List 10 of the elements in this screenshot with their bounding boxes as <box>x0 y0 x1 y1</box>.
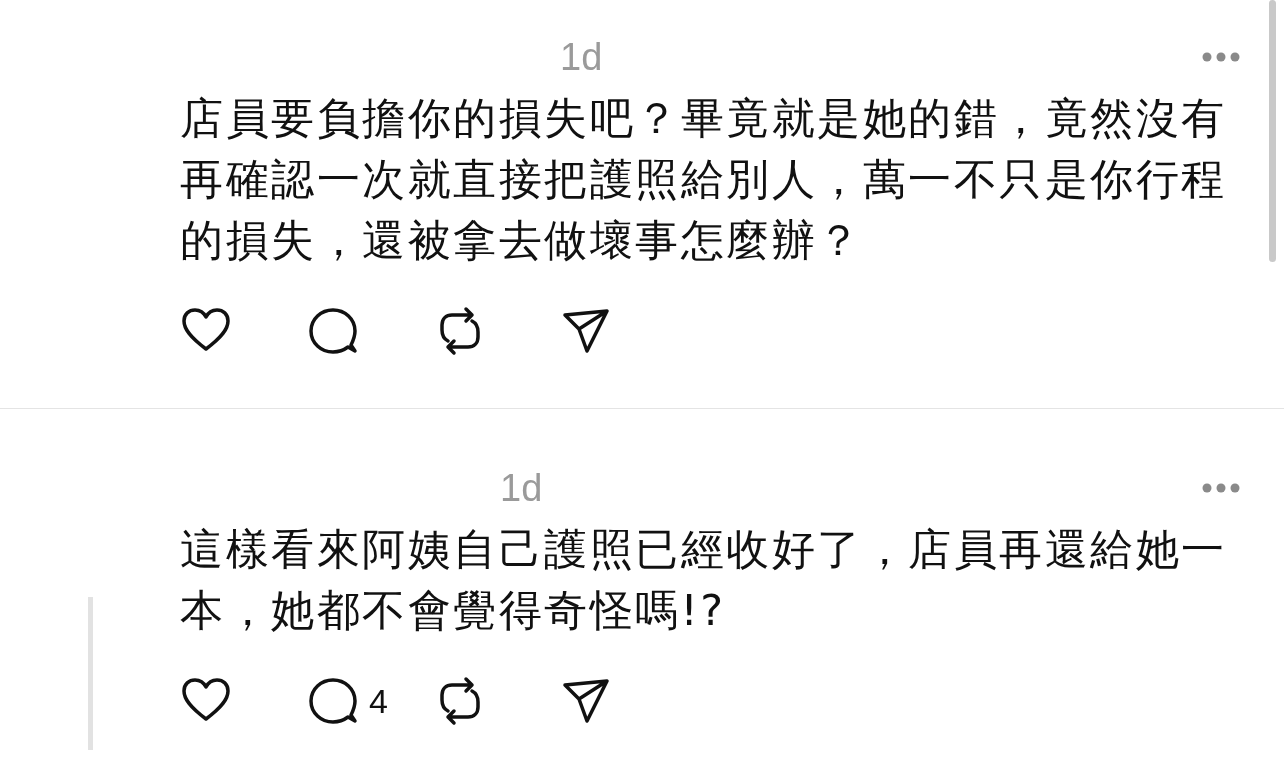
reply-button[interactable]: 4 <box>307 675 434 727</box>
more-icon[interactable] <box>1201 482 1241 494</box>
more-icon[interactable] <box>1201 51 1241 63</box>
post-time: 1d <box>560 34 603 80</box>
scrollbar[interactable] <box>1269 0 1276 262</box>
post-text: 這樣看來阿姨自己護照已經收好了，店員再還給她一本，她都不會覺得奇怪嗎!? <box>180 523 1228 637</box>
post-time: 1d <box>500 465 543 511</box>
comment-icon <box>307 675 359 727</box>
comment-icon <box>307 305 359 357</box>
post-text: 店員要負擔你的損失吧？畢竟就是她的錯，竟然沒有再確認一次就直接把護照給別人，萬一不只是你行程的損失，還被拿去做壞事怎麼辦？ <box>180 92 1228 267</box>
